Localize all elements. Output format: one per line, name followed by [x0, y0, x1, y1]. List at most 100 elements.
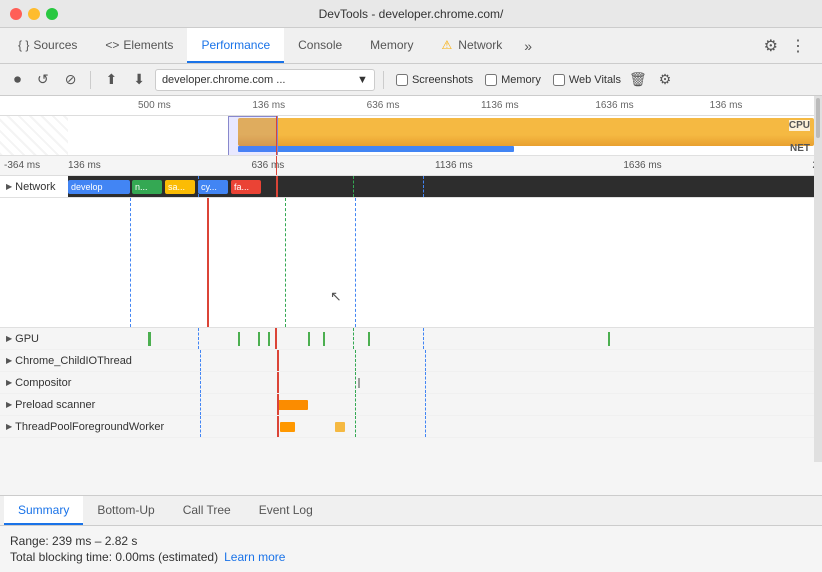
- gpu-tick-8: [608, 332, 610, 346]
- separator-1: [90, 71, 91, 89]
- tab-sources[interactable]: { } Sources: [4, 28, 91, 63]
- learn-more-link[interactable]: Learn more: [224, 550, 285, 564]
- time-636: 636 ms: [252, 160, 285, 171]
- dashed-line-3: [423, 176, 424, 197]
- vline-red: [276, 176, 278, 197]
- tab-elements[interactable]: <> Elements: [91, 28, 187, 63]
- chrome-child-row[interactable]: ▶ Chrome_ChildIOThread: [0, 350, 822, 372]
- tab-event-log[interactable]: Event Log: [245, 496, 327, 525]
- cpu-overview-bar[interactable]: CPU NET: [0, 116, 822, 156]
- maximize-button[interactable]: [46, 8, 58, 20]
- compositor-expand-arrow[interactable]: ▶: [6, 378, 12, 387]
- network-expand-arrow[interactable]: ▶: [6, 182, 12, 191]
- gpu-tick-3: [258, 332, 260, 346]
- tab-sources-icon: { }: [18, 38, 29, 52]
- scrollbar-thumb[interactable]: [816, 98, 820, 138]
- gpu-tick-1: [148, 332, 151, 346]
- refresh-button[interactable]: ↺: [31, 69, 55, 90]
- blocking-time-text: Total blocking time: 0.00ms (estimated): [10, 550, 218, 564]
- preload-expand-arrow[interactable]: ▶: [6, 400, 12, 409]
- net-pill-cy: cy...: [198, 180, 228, 194]
- dv-tp-3: [425, 416, 426, 437]
- clear-button[interactable]: 🗑: [625, 69, 651, 90]
- url-display: developer.chrome.com ... ▼: [155, 69, 375, 91]
- tab-summary[interactable]: Summary: [4, 496, 83, 525]
- cpu-label: CPU: [789, 120, 810, 131]
- dv1: [130, 198, 131, 327]
- chrome-child-content: [140, 350, 822, 371]
- dv2: [285, 198, 286, 327]
- threads-container: ↖ ▶ GPU: [0, 198, 822, 495]
- gpu-row-label[interactable]: ▶ GPU: [0, 333, 68, 345]
- threadpool-content: [180, 416, 822, 437]
- preload-bar: [278, 400, 308, 410]
- chrome-child-expand-arrow[interactable]: ▶: [6, 356, 12, 365]
- threadpool-row[interactable]: ▶ ThreadPoolForegroundWorker: [0, 416, 822, 438]
- screenshots-checkbox-label[interactable]: Screenshots: [396, 74, 473, 86]
- tab-bottom-up[interactable]: Bottom-Up: [83, 496, 168, 525]
- devtools-settings-area: ⚙ ⋮: [752, 28, 818, 63]
- dv-comp-red: [277, 372, 279, 393]
- titlebar: DevTools - developer.chrome.com/: [0, 0, 822, 28]
- dv-gpu-red: [275, 328, 277, 349]
- network-row-label[interactable]: ▶ Network: [0, 181, 68, 193]
- more-options-button[interactable]: ⋮: [786, 32, 810, 60]
- minimap-area[interactable]: CPU NET: [68, 116, 814, 156]
- record-button[interactable]: ⏺: [8, 69, 27, 90]
- performance-toolbar: ⏺ ↺ ⊘ ⬆ ⬇ developer.chrome.com ... ▼ Scr…: [0, 64, 822, 96]
- compositor-content: [140, 372, 822, 393]
- dv-gpu-2: [353, 328, 354, 349]
- bottom-panel: Summary Bottom-Up Call Tree Event Log Ra…: [0, 495, 822, 572]
- chrome-child-label[interactable]: ▶ Chrome_ChildIOThread: [0, 355, 140, 367]
- web-vitals-checkbox[interactable]: [553, 74, 565, 86]
- timeline-area: 500 ms 136 ms 636 ms 1136 ms 1636 ms 136…: [0, 96, 822, 495]
- dv-gpu-1: [198, 328, 199, 349]
- tab-memory[interactable]: Memory: [356, 28, 427, 63]
- screenshots-checkbox[interactable]: [396, 74, 408, 86]
- stop-button[interactable]: ⊘: [59, 69, 83, 90]
- preload-row[interactable]: ▶ Preload scanner: [0, 394, 822, 416]
- minimize-button[interactable]: [28, 8, 40, 20]
- tab-performance[interactable]: Performance: [187, 28, 284, 63]
- tl-1636ms: 1636 ms: [593, 100, 707, 111]
- threadpool-expand-arrow[interactable]: ▶: [6, 422, 12, 431]
- dv-comp-2: [355, 372, 356, 393]
- blocking-time-line: Total blocking time: 0.00ms (estimated) …: [10, 550, 812, 564]
- dv-comp-3: [425, 372, 426, 393]
- threadpool-label[interactable]: ▶ ThreadPoolForegroundWorker: [0, 421, 180, 433]
- gpu-row[interactable]: ▶ GPU: [0, 328, 822, 350]
- dashed-line-1: [198, 176, 199, 197]
- gpu-tick-2: [238, 332, 240, 346]
- tab-call-tree[interactable]: Call Tree: [169, 496, 245, 525]
- memory-checkbox-label[interactable]: Memory: [485, 74, 541, 86]
- more-tabs-button[interactable]: »: [516, 28, 540, 63]
- tl-500ms: 500 ms: [136, 100, 250, 111]
- bottom-tab-bar: Summary Bottom-Up Call Tree Event Log: [0, 496, 822, 526]
- tl-end: 136 ms: [708, 100, 822, 111]
- compositor-row[interactable]: ▶ Compositor: [0, 372, 822, 394]
- network-row[interactable]: ▶ Network develop n... sa...: [0, 176, 822, 198]
- upload-button[interactable]: ⬆: [99, 69, 123, 90]
- web-vitals-checkbox-label[interactable]: Web Vitals: [553, 74, 621, 86]
- compositor-label[interactable]: ▶ Compositor: [0, 377, 140, 389]
- dv-cc-red: [277, 350, 279, 371]
- capture-settings-button[interactable]: ⚙: [655, 69, 676, 90]
- url-dropdown-icon[interactable]: ▼: [357, 74, 368, 86]
- preload-label[interactable]: ▶ Preload scanner: [0, 399, 140, 411]
- close-button[interactable]: [10, 8, 22, 20]
- tab-console[interactable]: Console: [284, 28, 356, 63]
- vertical-scrollbar[interactable]: [814, 96, 822, 462]
- gpu-row-content: [68, 328, 822, 349]
- gpu-expand-arrow[interactable]: ▶: [6, 334, 12, 343]
- dv-pre-3: [425, 394, 426, 415]
- settings-icon-button[interactable]: ⚙: [760, 32, 782, 60]
- dv-gpu-3: [423, 328, 424, 349]
- memory-checkbox[interactable]: [485, 74, 497, 86]
- bottom-content: Range: 239 ms – 2.82 s Total blocking ti…: [0, 526, 822, 572]
- time-1636: 1636 ms: [623, 160, 661, 171]
- tab-network[interactable]: ⚠ Network: [428, 28, 517, 63]
- dv-pre-1: [200, 394, 201, 415]
- dv-cc-2: [355, 350, 356, 371]
- window-controls[interactable]: [10, 8, 58, 20]
- download-button[interactable]: ⬇: [127, 69, 151, 90]
